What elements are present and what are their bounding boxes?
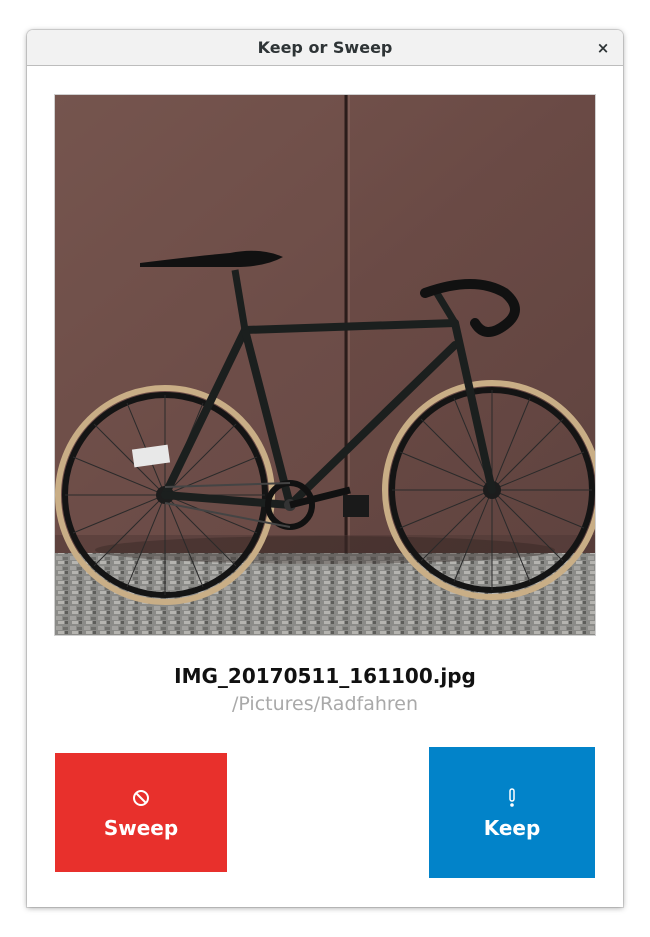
keep-button[interactable]: Keep xyxy=(429,747,595,878)
sweep-button[interactable]: Sweep xyxy=(55,753,227,872)
window-title: Keep or Sweep xyxy=(257,38,393,57)
exclamation-icon xyxy=(506,786,518,810)
close-button[interactable]: × xyxy=(593,38,613,58)
keep-label: Keep xyxy=(483,815,541,840)
file-path: /Pictures/Radfahren xyxy=(231,693,419,715)
title-bar[interactable]: Keep or Sweep × xyxy=(27,30,623,66)
no-entry-icon xyxy=(132,786,150,810)
photo-preview xyxy=(54,94,596,636)
sweep-label: Sweep xyxy=(103,815,179,840)
app-window: Keep or Sweep × IMG_20170511_161100.jpg … xyxy=(27,30,623,907)
file-name: IMG_20170511_161100.jpg xyxy=(174,664,476,688)
bicycle-photo xyxy=(55,95,595,635)
